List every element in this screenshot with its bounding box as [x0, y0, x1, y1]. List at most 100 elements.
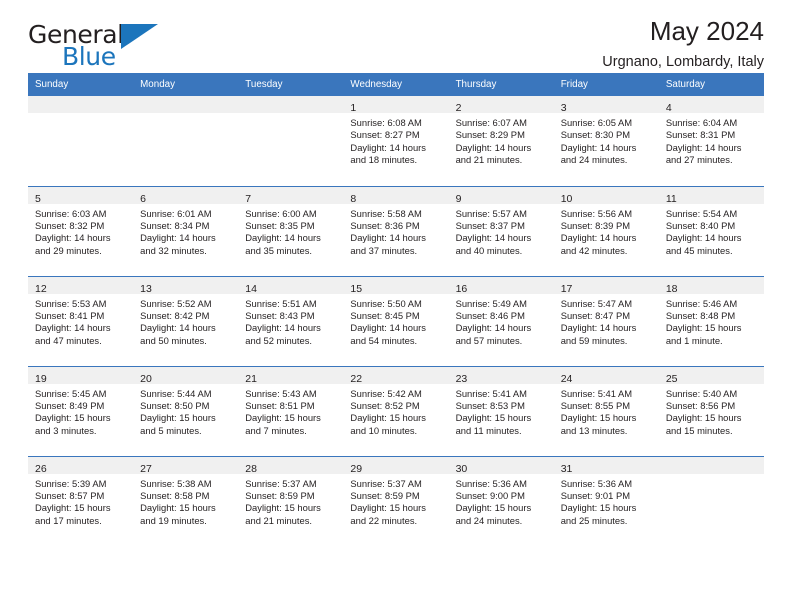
day-cell[interactable]: 10 Sunrise: 5:56 AM Sunset: 8:39 PM Dayligh…	[553, 185, 659, 276]
daylight-text-line1: Daylight: 14 hours	[665, 232, 742, 244]
day-cell[interactable]: 5 Sunrise: 6:03 AM Sunset: 8:32 PM Daylight…	[28, 185, 134, 276]
daylight-text-line1: Daylight: 14 hours	[350, 232, 426, 244]
daylight-text-line2: and 35 minutes.	[245, 244, 312, 256]
daylight-text-line1: Daylight: 14 hours	[560, 232, 637, 244]
day-cell[interactable]: 29 Sunrise: 5:37 AM Sunset: 8:59 PM Dayligh…	[343, 455, 449, 546]
day-cell[interactable]: 11 Sunrise: 5:54 AM Sunset: 8:40 PM Dayligh…	[658, 185, 764, 276]
sunrise-text: Sunrise: 5:49 AM	[455, 297, 527, 309]
daylight-text-line2: and 19 minutes.	[140, 514, 207, 526]
day-cell[interactable]: 13 Sunrise: 5:52 AM Sunset: 8:42 PM Dayligh…	[133, 275, 239, 366]
page-subtitle: Urgnano, Lombardy, Italy	[602, 53, 764, 70]
day-cell[interactable]: 1 Sunrise: 6:08 AM Sunset: 8:27 PM Daylight…	[343, 96, 449, 186]
day-cell[interactable]: 16 Sunrise: 5:49 AM Sunset: 8:46 PM Dayligh…	[448, 275, 554, 366]
daylight-text-line2: and 32 minutes.	[140, 244, 207, 256]
sunrise-text: Sunrise: 6:08 AM	[350, 117, 422, 128]
sunset-text: Sunset: 8:34 PM	[140, 219, 210, 231]
sunset-text: Sunset: 8:30 PM	[560, 129, 631, 141]
sunset-text: Sunset: 8:32 PM	[35, 219, 105, 231]
day-cell[interactable]: 19 Sunrise: 5:45 AM Sunset: 8:49 PM Dayligh…	[28, 365, 134, 456]
sunrise-text: Sunrise: 6:04 AM	[665, 117, 738, 128]
day-cell[interactable]: 12 Sunrise: 5:53 AM Sunset: 8:41 PM Dayligh…	[28, 275, 134, 366]
sunrise-text: Sunrise: 5:57 AM	[455, 207, 527, 219]
day-cell[interactable]: 3 Sunrise: 6:05 AM Sunset: 8:30 PM Daylight…	[553, 96, 659, 186]
sunrise-text: Sunrise: 5:54 AM	[665, 207, 738, 219]
day-cell[interactable]: 7 Sunrise: 6:00 AM Sunset: 8:35 PM Daylight…	[238, 185, 344, 276]
day-cell[interactable]: 18 Sunrise: 5:46 AM Sunset: 8:48 PM Dayligh…	[658, 275, 764, 366]
day-cell[interactable]: 14 Sunrise: 5:51 AM Sunset: 8:43 PM Dayligh…	[238, 275, 344, 366]
daylight-text-line1: Daylight: 14 hours	[350, 141, 426, 153]
sunset-text: Sunset: 9:00 PM	[455, 489, 525, 501]
daylight-text-line2: and 24 minutes.	[455, 514, 523, 526]
daylight-text-line1: Daylight: 15 hours	[140, 412, 216, 424]
day-cell[interactable]: 15 Sunrise: 5:50 AM Sunset: 8:45 PM Dayligh…	[343, 275, 449, 366]
sunset-text: Sunset: 8:50 PM	[140, 399, 210, 411]
day-cell[interactable]: 31 Sunrise: 5:36 AM Sunset: 9:01 PM Dayligh…	[553, 455, 659, 546]
day-cell[interactable]: 20 Sunrise: 5:44 AM Sunset: 8:50 PM Dayligh…	[133, 365, 239, 456]
daylight-text-line1: Daylight: 15 hours	[35, 412, 111, 424]
daylight-text-line1: Daylight: 14 hours	[455, 232, 532, 244]
sunrise-text: Sunrise: 5:41 AM	[560, 387, 633, 399]
daylight-text-line2: and 17 minutes.	[35, 514, 102, 526]
daylight-text-line2: and 22 minutes.	[350, 514, 418, 526]
sunrise-text: Sunrise: 5:40 AM	[665, 387, 738, 399]
sunset-text: Sunset: 8:59 PM	[350, 489, 420, 501]
day-cell[interactable]: 30 Sunrise: 5:36 AM Sunset: 9:00 PM Dayligh…	[448, 455, 554, 546]
day-cell[interactable]	[133, 96, 239, 186]
day-cell[interactable]: 9 Sunrise: 5:57 AM Sunset: 8:37 PM Daylight…	[448, 185, 554, 276]
day-cell[interactable]: 21 Sunrise: 5:43 AM Sunset: 8:51 PM Dayligh…	[238, 365, 344, 456]
sunset-text: Sunset: 8:55 PM	[560, 399, 631, 411]
flag-triangle-icon	[121, 24, 158, 49]
day-cell[interactable]: 17 Sunrise: 5:47 AM Sunset: 8:47 PM Dayligh…	[553, 275, 659, 366]
sunset-text: Sunset: 8:29 PM	[455, 129, 525, 141]
sunset-text: Sunset: 8:27 PM	[350, 129, 420, 141]
day-cell[interactable]	[238, 96, 344, 186]
daylight-text-line2: and 13 minutes.	[560, 424, 628, 436]
daylight-text-line2: and 45 minutes.	[665, 244, 733, 256]
calendar-head: Sunday Monday Tuesday Wednesday Thursday…	[28, 73, 764, 96]
sunset-text: Sunset: 8:42 PM	[140, 309, 210, 321]
day-cell[interactable]: 22 Sunrise: 5:42 AM Sunset: 8:52 PM Dayligh…	[343, 365, 449, 456]
sunrise-text: Sunrise: 6:07 AM	[455, 117, 527, 128]
sunset-text: Sunset: 8:49 PM	[35, 399, 105, 411]
brand-name-bottom: Blue	[62, 42, 116, 71]
sunset-text: Sunset: 8:39 PM	[560, 219, 631, 231]
day-cell[interactable]: 4 Sunrise: 6:04 AM Sunset: 8:31 PM Daylight…	[658, 96, 764, 186]
weekday-header-monday: Monday	[133, 73, 239, 96]
daylight-text-line1: Daylight: 14 hours	[245, 232, 321, 244]
daylight-text-line2: and 47 minutes.	[35, 334, 102, 346]
day-cell[interactable]: 23 Sunrise: 5:41 AM Sunset: 8:53 PM Dayligh…	[448, 365, 554, 456]
day-cell[interactable]: 26 Sunrise: 5:39 AM Sunset: 8:57 PM Dayligh…	[28, 455, 134, 546]
sunset-text: Sunset: 8:58 PM	[140, 489, 210, 501]
sunset-text: Sunset: 8:37 PM	[455, 219, 525, 231]
weekday-header-thursday: Thursday	[448, 73, 554, 96]
day-cell[interactable]: 28 Sunrise: 5:37 AM Sunset: 8:59 PM Dayligh…	[238, 455, 344, 546]
week-row: 12 Sunrise: 5:53 AM Sunset: 8:41 PM Dayligh…	[28, 275, 764, 366]
page-header: General Blue May 2024 Urgnano, Lombardy,…	[28, 0, 764, 73]
day-cell[interactable]: 27 Sunrise: 5:38 AM Sunset: 8:58 PM Dayligh…	[133, 455, 239, 546]
daylight-text-line1: Daylight: 15 hours	[35, 502, 111, 514]
day-cell[interactable]: 24 Sunrise: 5:41 AM Sunset: 8:55 PM Dayligh…	[553, 365, 659, 456]
daylight-text-line1: Daylight: 14 hours	[245, 322, 321, 334]
day-cell[interactable]: 2 Sunrise: 6:07 AM Sunset: 8:29 PM Daylight…	[448, 96, 554, 186]
daylight-text-line1: Daylight: 14 hours	[560, 322, 637, 334]
daylight-text-line2: and 5 minutes.	[140, 424, 202, 436]
sunrise-text: Sunrise: 5:36 AM	[560, 477, 633, 489]
sunset-text: Sunset: 8:40 PM	[665, 219, 736, 231]
day-cell[interactable]: 8 Sunrise: 5:58 AM Sunset: 8:36 PM Daylight…	[343, 185, 449, 276]
daylight-text-line2: and 57 minutes.	[455, 334, 523, 346]
brand-logo[interactable]: General Blue	[28, 22, 218, 72]
sunset-text: Sunset: 8:51 PM	[245, 399, 315, 411]
sunset-text: Sunset: 8:47 PM	[560, 309, 631, 321]
day-cell[interactable]	[658, 455, 764, 546]
day-cell[interactable]: 6 Sunrise: 6:01 AM Sunset: 8:34 PM Daylight…	[133, 185, 239, 276]
sunset-text: Sunset: 8:57 PM	[35, 489, 105, 501]
day-cell[interactable]: 25 Sunrise: 5:40 AM Sunset: 8:56 PM Dayligh…	[658, 365, 764, 456]
page-title: May 2024	[649, 16, 764, 46]
title-block: May 2024 Urgnano, Lombardy, Italy	[602, 16, 764, 70]
daylight-text-line1: Daylight: 15 hours	[665, 322, 742, 334]
sunrise-text: Sunrise: 5:44 AM	[140, 387, 212, 399]
sunrise-text: Sunrise: 5:47 AM	[560, 297, 633, 309]
daylight-text-line1: Daylight: 14 hours	[665, 141, 742, 153]
day-cell[interactable]	[28, 96, 134, 186]
sunset-text: Sunset: 8:36 PM	[350, 219, 420, 231]
